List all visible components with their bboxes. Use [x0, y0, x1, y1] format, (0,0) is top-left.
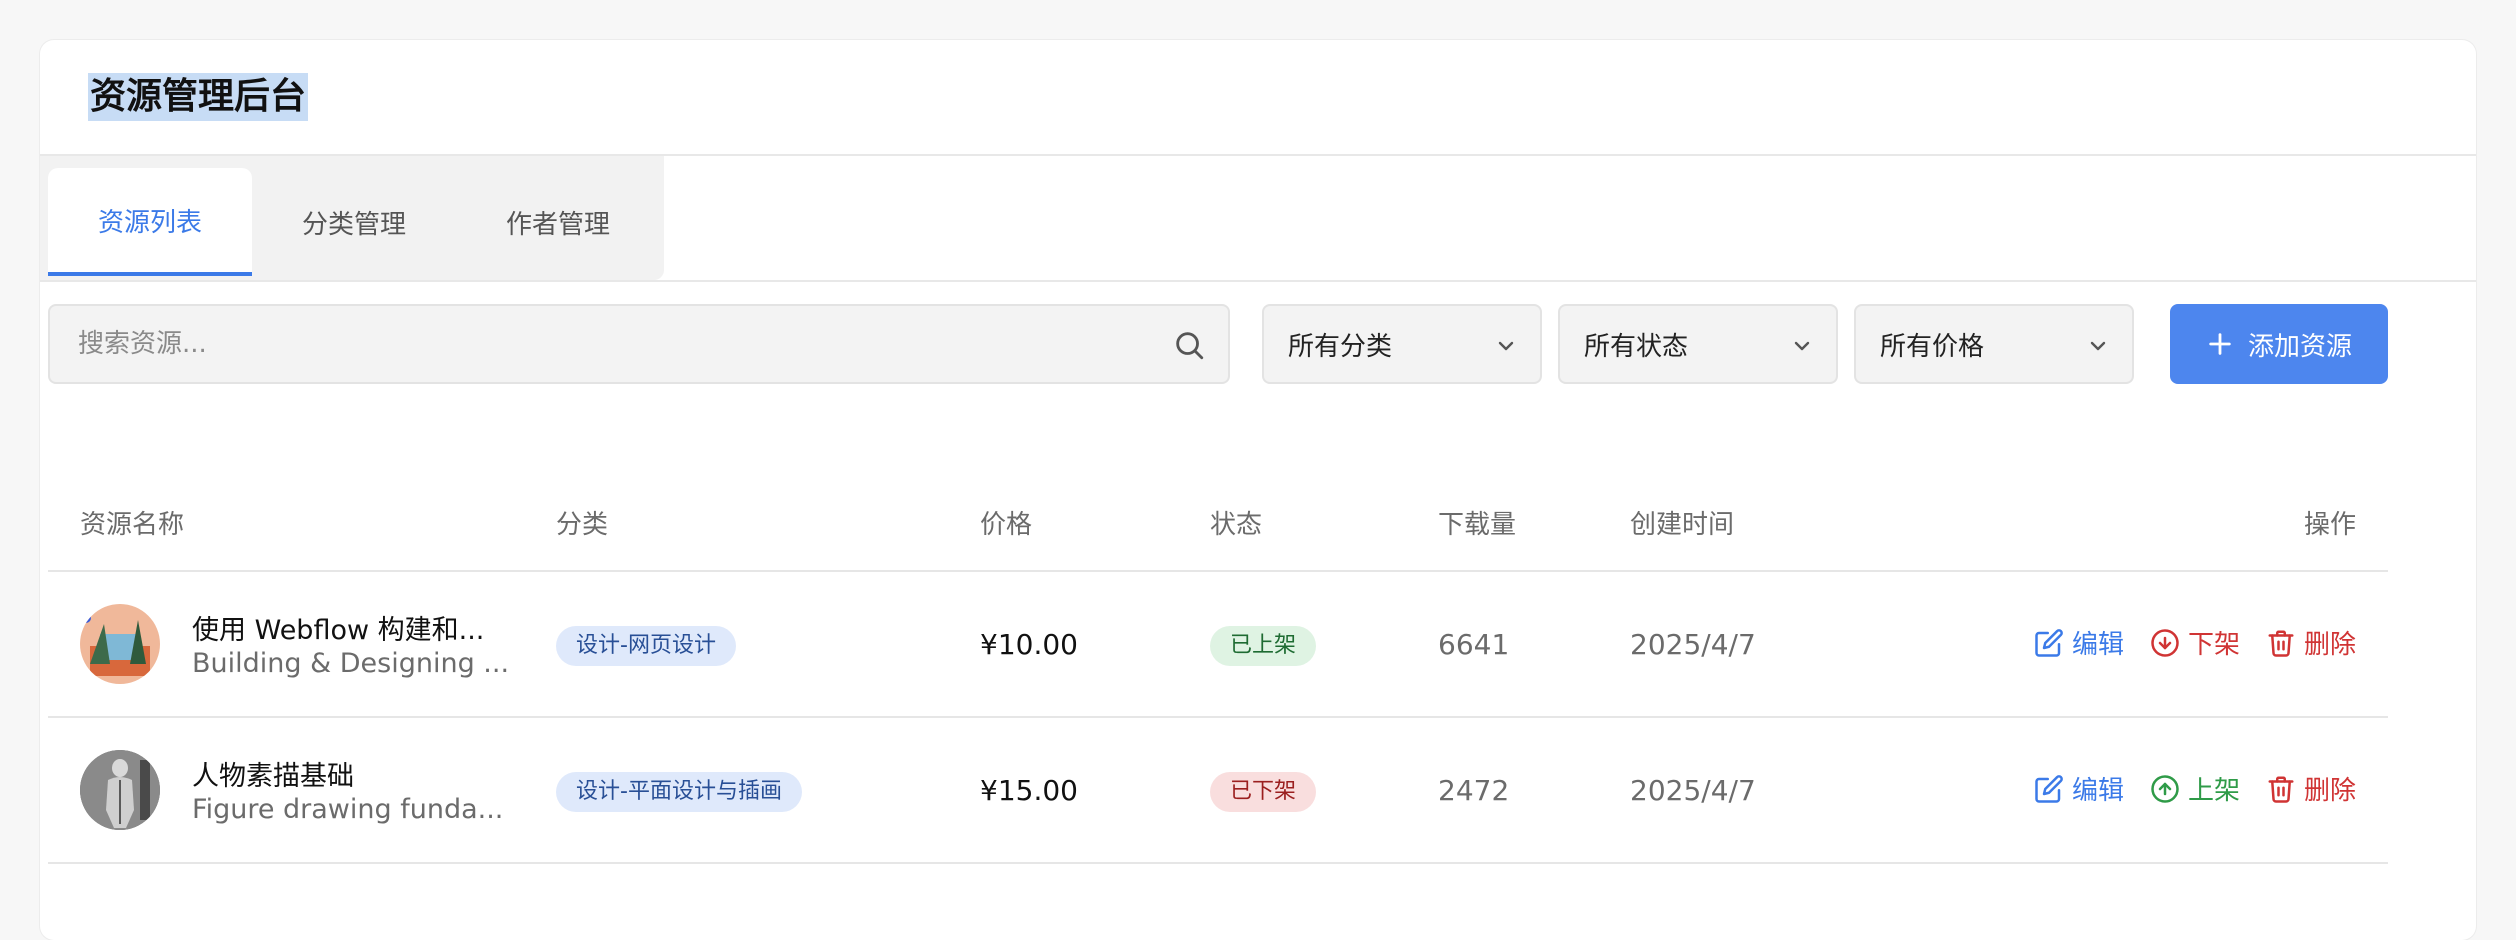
category-badge: 设计-网页设计: [556, 626, 736, 666]
status-filter-value: 所有状态: [1584, 331, 1689, 362]
category-filter-value: 所有分类: [1288, 331, 1393, 362]
add-resource-button[interactable]: 添加资源: [2170, 304, 2388, 384]
tab-author-management[interactable]: 作者管理: [456, 164, 660, 280]
header: 资源管理后台: [40, 40, 2476, 156]
status-badge: 已下架: [1210, 772, 1317, 812]
resource-subtitle: Building & Designing ...: [192, 648, 510, 679]
delete-label: 删除: [2303, 776, 2356, 806]
resource-subtitle: Figure drawing funda...: [192, 794, 504, 825]
tabs-row: 资源列表 分类管理 作者管理: [40, 156, 2476, 282]
column-header-created: 创建时间: [1630, 510, 1735, 540]
plus-icon: [2209, 333, 2231, 355]
arrow-down-circle-icon: [2151, 628, 2179, 657]
publish-label: 上架: [2187, 776, 2240, 806]
trash-icon: [2268, 776, 2294, 803]
status-badge: 已上架: [1210, 626, 1317, 666]
download-count: 6641: [1438, 628, 1510, 661]
column-header-category: 分类: [556, 510, 609, 540]
download-count: 2472: [1438, 774, 1510, 807]
toolbar: 所有分类 所有状态 所有价格 添加资源: [48, 304, 2388, 386]
edit-label: 编辑: [2071, 630, 2124, 660]
edit-label: 编辑: [2071, 776, 2124, 806]
page-title: 资源管理后台: [88, 73, 309, 121]
row-actions: 编辑 上架 删除: [2034, 770, 2356, 807]
edit-button[interactable]: 编辑: [2034, 770, 2124, 807]
column-header-actions: 操作: [2303, 510, 2356, 540]
category-filter-select[interactable]: 所有分类: [1262, 304, 1542, 384]
tab-resource-list[interactable]: 资源列表: [48, 168, 252, 276]
tab-bar: 资源列表 分类管理 作者管理: [40, 156, 664, 280]
price-filter-value: 所有价格: [1880, 331, 1985, 362]
unpublish-button[interactable]: 下架: [2150, 624, 2240, 661]
resource-name[interactable]: 人物素描基础: [192, 754, 354, 793]
table-header: 资源名称 分类 价格 状态 下载量 创建时间 操作: [48, 470, 2388, 572]
tab-category-management[interactable]: 分类管理: [252, 164, 456, 280]
price-value: ¥10.00: [980, 628, 1078, 661]
column-header-downloads: 下载量: [1438, 510, 1517, 540]
chevron-down-icon: [2090, 341, 2106, 351]
edit-icon: [2035, 628, 2063, 657]
search-icon[interactable]: [1172, 328, 1206, 362]
chevron-down-icon: [1498, 341, 1514, 351]
edit-button[interactable]: 编辑: [2034, 624, 2124, 661]
trash-icon: [2268, 630, 2294, 657]
column-header-name: 资源名称: [80, 510, 185, 540]
unpublish-label: 下架: [2187, 630, 2240, 660]
created-date: 2025/4/7: [1630, 774, 1756, 807]
delete-button[interactable]: 删除: [2266, 624, 2356, 661]
row-actions: 编辑 下架 删除: [2034, 624, 2356, 661]
column-header-price: 价格: [980, 510, 1033, 540]
delete-button[interactable]: 删除: [2266, 770, 2356, 807]
search-box: [48, 304, 1230, 384]
edit-icon: [2035, 774, 2063, 803]
price-filter-select[interactable]: 所有价格: [1854, 304, 2134, 384]
resource-thumbnail: [80, 750, 160, 830]
price-value: ¥15.00: [980, 774, 1078, 807]
publish-button[interactable]: 上架: [2150, 770, 2240, 807]
table-row: 使用 Webflow 构建和... Building & Designing .…: [48, 572, 2388, 718]
resource-table: 资源名称 分类 价格 状态 下载量 创建时间 操作 使用 Webflow 构建和…: [48, 470, 2388, 864]
delete-label: 删除: [2303, 630, 2356, 660]
chevron-down-icon: [1794, 341, 1810, 351]
category-badge: 设计-平面设计与插画: [556, 772, 802, 812]
add-resource-label: 添加资源: [2247, 331, 2352, 362]
status-filter-select[interactable]: 所有状态: [1558, 304, 1838, 384]
created-date: 2025/4/7: [1630, 628, 1756, 661]
arrow-up-circle-icon: [2151, 774, 2179, 803]
table-row: 人物素描基础 Figure drawing funda... 设计-平面设计与插…: [48, 718, 2388, 864]
column-header-status: 状态: [1210, 510, 1263, 540]
resource-thumbnail: [80, 604, 160, 684]
search-input[interactable]: [76, 328, 1160, 360]
resource-name[interactable]: 使用 Webflow 构建和...: [192, 608, 484, 647]
